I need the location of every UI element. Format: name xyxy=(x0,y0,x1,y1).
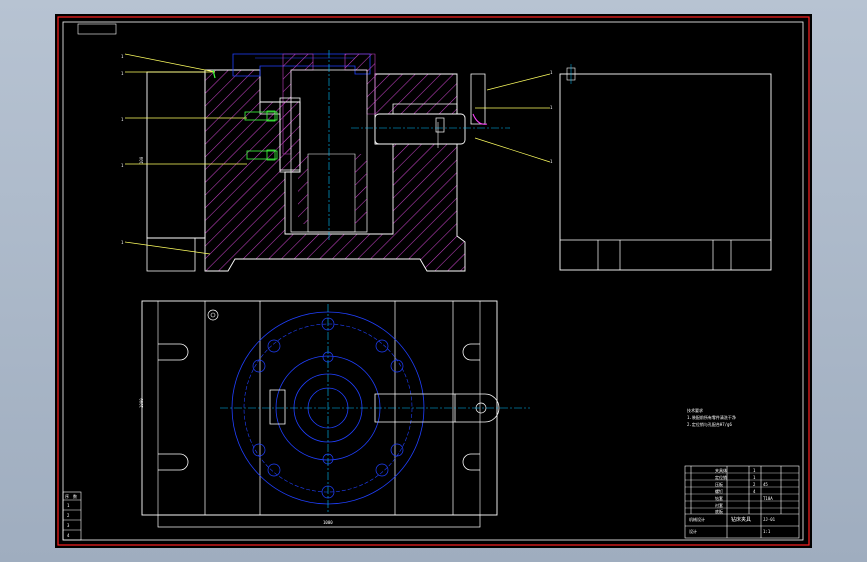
revision-row-3: 3 xyxy=(67,523,70,528)
notes-heading: 技术要求 xyxy=(687,407,703,413)
revision-row-1: 1 xyxy=(67,503,70,508)
part-4: 螺钉 xyxy=(715,488,723,494)
title-block-text: 夹具体 定位销 压板 螺钉 钻套 衬套 底板 1 1 2 4 45 T10A 钻… xyxy=(689,467,776,534)
body-hatch xyxy=(204,69,466,272)
leader-label-4: 1 xyxy=(121,163,124,168)
part-1: 夹具体 xyxy=(715,467,727,473)
school-label: 机械设计 xyxy=(689,516,705,522)
qty-2: 1 xyxy=(753,475,756,480)
revision-header-1: 序 xyxy=(65,493,69,499)
part-6: 衬套 xyxy=(715,502,723,508)
qty-3: 2 xyxy=(753,482,756,487)
part-7: 底板 xyxy=(715,508,723,514)
technical-notes: 技术要求 1.装配前所有零件清洗干净 2.定位销与孔配合H7/g6 xyxy=(687,407,736,427)
part-5: 钻套 xyxy=(715,495,723,501)
revision-header-2: 数 xyxy=(73,493,77,499)
revision-block xyxy=(62,491,82,541)
right-leader-3: 1 xyxy=(550,159,553,164)
right-leader-1: 1 xyxy=(550,70,553,75)
right-leader-2: 1 xyxy=(550,105,553,110)
drawing-scale: 1:1 xyxy=(763,529,771,534)
plan-dim-horizontal: 1000 xyxy=(323,520,333,525)
top-left-tag xyxy=(77,23,117,35)
drawing-name: 钻床夹具 xyxy=(731,516,751,523)
leader-label-2: 1 xyxy=(121,71,124,76)
drawing-number: JJ-01 xyxy=(763,517,776,522)
front-section-view: 1 1 1 1 1 100 1 1 1 xyxy=(121,50,553,272)
title-block xyxy=(684,465,800,539)
side-view xyxy=(559,64,772,271)
front-dim-label: 100 xyxy=(139,156,144,164)
locating-pin xyxy=(374,113,466,145)
plan-dim-vertical: 1000 xyxy=(139,398,144,408)
part-3: 压板 xyxy=(715,481,723,487)
part-2: 定位销 xyxy=(715,474,727,480)
notes-line-1: 1.装配前所有零件清洗干净 xyxy=(687,414,736,420)
leader-label-3: 1 xyxy=(121,117,124,122)
plan-view: 1000 1000 xyxy=(139,300,530,528)
leader-label-1: 1 xyxy=(121,54,124,59)
cad-viewport[interactable]: 1 1 1 1 1 100 1 1 1 1000 1000 技术要求 1.装配前… xyxy=(55,14,812,548)
material-5: T10A xyxy=(763,496,773,501)
qty-1: 1 xyxy=(753,468,756,473)
revision-row-2: 2 xyxy=(67,513,70,518)
leader-label-5: 1 xyxy=(121,240,124,245)
revision-row-4: 4 xyxy=(67,533,70,538)
cad-drawing: 1 1 1 1 1 100 1 1 1 1000 1000 技术要求 1.装配前… xyxy=(57,16,810,546)
designer-label: 设计 xyxy=(689,528,697,534)
notes-line-2: 2.定位销与孔配合H7/g6 xyxy=(687,421,732,427)
qty-4: 4 xyxy=(753,489,756,494)
material-3: 45 xyxy=(763,482,768,487)
